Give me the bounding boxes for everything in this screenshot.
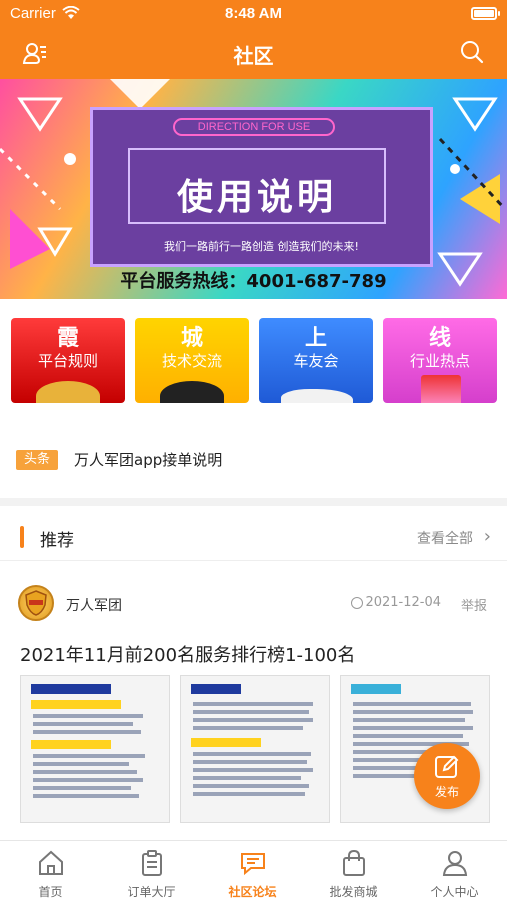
chevron-right-icon[interactable]: › bbox=[484, 528, 491, 546]
banner-frame: 使用说明 bbox=[128, 148, 386, 224]
post-images bbox=[20, 675, 490, 823]
section-gap bbox=[0, 498, 507, 506]
post-image[interactable] bbox=[180, 675, 330, 823]
trend-chart-icon bbox=[421, 375, 461, 403]
banner[interactable]: DIRECTION FOR USE 使用说明 我们一路前行一路创造 创造我们的未… bbox=[0, 79, 507, 299]
bag-icon bbox=[343, 849, 365, 876]
tab-bar: 首页 订单大厅 社区论坛 批发商城 个人中心 bbox=[0, 840, 507, 900]
clock-icon bbox=[351, 597, 363, 609]
section-accent-bar bbox=[20, 526, 24, 548]
tab-profile[interactable]: 个人中心 bbox=[404, 841, 505, 900]
headline-tag: 头条 bbox=[16, 450, 58, 470]
category-label: 行业热点 bbox=[409, 352, 470, 370]
chat-icon bbox=[241, 853, 265, 876]
category-glyph: 城 bbox=[180, 326, 203, 351]
home-icon bbox=[39, 850, 63, 875]
banner-hotline: 平台服务热线：4001-687-789 bbox=[120, 271, 387, 292]
status-bar: Carrier 8:48 AM bbox=[0, 0, 507, 30]
publish-button[interactable]: 发布 bbox=[414, 743, 480, 809]
category-card-platform-rules[interactable]: 霞 平台规则 bbox=[11, 318, 125, 403]
view-all-link[interactable]: 查看全部 bbox=[417, 528, 473, 548]
tab-label: 社区论坛 bbox=[228, 885, 277, 899]
publish-label: 发布 bbox=[434, 785, 459, 799]
section-gap bbox=[0, 405, 507, 413]
headline-row[interactable]: 头条 万人军团app接单说明 bbox=[0, 420, 507, 498]
category-card-car-club[interactable]: 上 车友会 bbox=[259, 318, 373, 403]
category-row: 霞 平台规则 城 技术交流 上 车友会 线 行业热点 bbox=[0, 299, 507, 405]
battery-icon bbox=[471, 7, 500, 20]
category-glyph: 上 bbox=[304, 326, 327, 351]
tab-orders[interactable]: 订单大厅 bbox=[101, 841, 202, 900]
tab-label: 订单大厅 bbox=[127, 885, 176, 899]
person-icon bbox=[442, 851, 468, 876]
headline-text[interactable]: 万人军团app接单说明 bbox=[74, 450, 222, 470]
shield-icon bbox=[25, 590, 47, 616]
edit-icon bbox=[435, 755, 459, 778]
nav-bar: 社区 bbox=[0, 30, 507, 79]
post-meta: 万人军团 2021-12-04 举报 bbox=[0, 585, 507, 625]
recommend-header: 推荐 查看全部 › bbox=[0, 514, 507, 560]
category-glyph: 线 bbox=[428, 326, 451, 351]
page-title: 社区 bbox=[233, 44, 274, 68]
tab-label: 批发商城 bbox=[329, 885, 378, 899]
category-label: 平台规则 bbox=[37, 352, 98, 370]
banner-panel: DIRECTION FOR USE 使用说明 我们一路前行一路创造 创造我们的未… bbox=[90, 107, 433, 267]
category-glyph: 霞 bbox=[56, 326, 79, 351]
top-bar: Carrier 8:48 AM 社区 bbox=[0, 0, 507, 79]
car-icon bbox=[281, 389, 353, 403]
banner-subtitle: 我们一路前行一路创造 创造我们的未来! bbox=[164, 240, 359, 253]
banner-tag: DIRECTION FOR USE bbox=[173, 118, 335, 136]
post-title[interactable]: 2021年11月前200名服务排行榜1-100名 bbox=[20, 641, 355, 667]
badge-icon bbox=[36, 381, 100, 403]
search-icon[interactable] bbox=[459, 39, 485, 65]
post-author[interactable]: 万人军团 bbox=[66, 595, 122, 615]
tab-label: 首页 bbox=[38, 885, 63, 899]
tire-icon bbox=[160, 381, 224, 403]
category-card-industry[interactable]: 线 行业热点 bbox=[383, 318, 497, 403]
category-label: 车友会 bbox=[293, 352, 339, 370]
tab-home[interactable]: 首页 bbox=[0, 841, 101, 900]
avatar[interactable] bbox=[18, 585, 54, 621]
report-button[interactable]: 举报 bbox=[461, 595, 487, 614]
recommend-title: 推荐 bbox=[40, 531, 74, 551]
tab-wholesale[interactable]: 批发商城 bbox=[303, 841, 404, 900]
category-card-tech[interactable]: 城 技术交流 bbox=[135, 318, 249, 403]
banner-title: 使用说明 bbox=[176, 177, 337, 218]
divider bbox=[0, 560, 507, 561]
status-time: 8:48 AM bbox=[225, 5, 282, 22]
post-date: 2021-12-04 bbox=[365, 595, 441, 610]
tab-label: 个人中心 bbox=[430, 885, 479, 899]
post-image[interactable] bbox=[20, 675, 170, 823]
category-label: 技术交流 bbox=[161, 352, 222, 370]
tab-community[interactable]: 社区论坛 bbox=[202, 841, 303, 900]
clipboard-icon bbox=[142, 850, 162, 876]
